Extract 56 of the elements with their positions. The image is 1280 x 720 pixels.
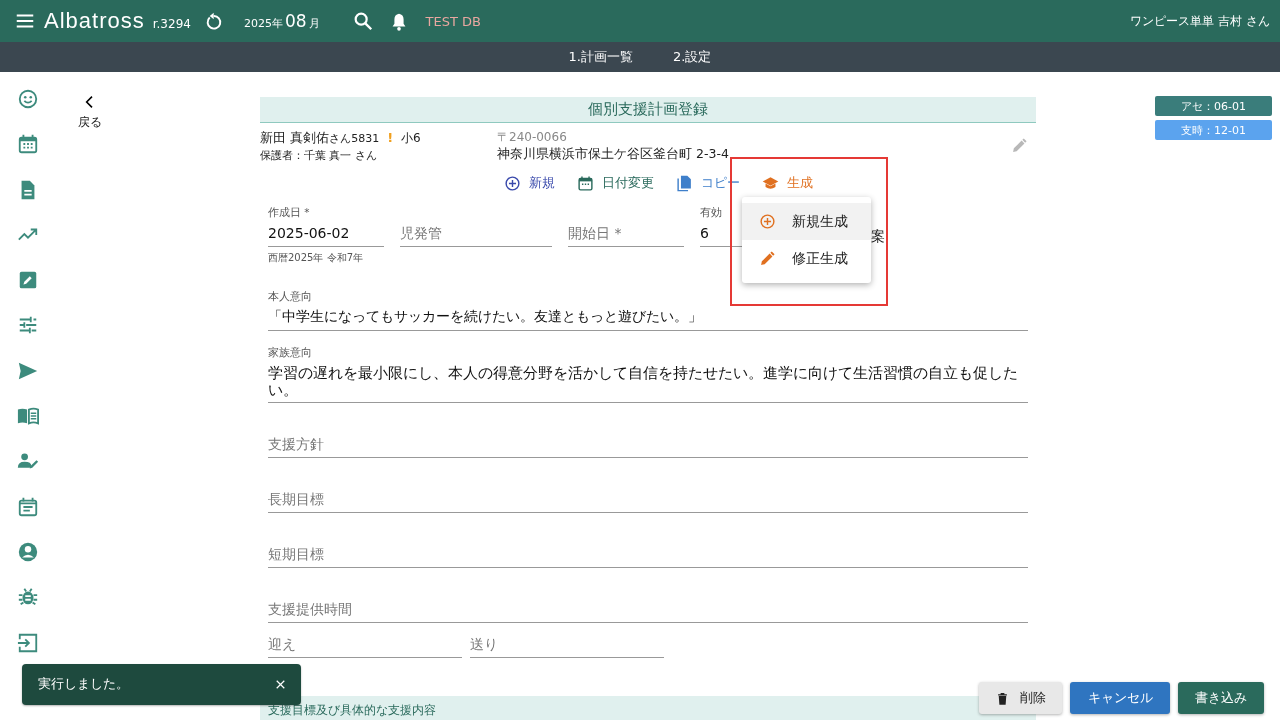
child-name: 新田 真剣佑さん5831 [260, 128, 380, 147]
version-label: r.3294 [152, 17, 191, 31]
delete-button[interactable]: 削除 [979, 682, 1062, 714]
text-field[interactable]: 児発管 [400, 218, 552, 247]
nav-tab[interactable]: 1.計画一覧 [568, 48, 633, 66]
nav-tab[interactable]: 2.設定 [673, 48, 712, 66]
login-icon[interactable] [17, 631, 39, 654]
status-badge: アセ：06-01 [1155, 96, 1272, 116]
calendar-icon[interactable] [17, 133, 39, 156]
text-field[interactable]: 支援方針 [268, 422, 1028, 458]
text-field[interactable]: 2025-06-02 [268, 218, 384, 247]
pencil-icon [759, 250, 776, 267]
graduation-cap-icon [761, 174, 779, 192]
text-field[interactable]: 長期目標 [268, 477, 1028, 513]
calendar-icon [576, 174, 594, 192]
text-field[interactable]: 開始日 * [568, 218, 684, 247]
form-title: 個別支援計画登録 [260, 97, 1036, 123]
status-badge: 支時：12-01 [1155, 120, 1272, 140]
toast-message: 実行しました。 [38, 676, 129, 693]
add-circle-icon [503, 174, 521, 192]
menu-item[interactable]: 修正生成 [742, 240, 871, 277]
add-circle-icon [759, 213, 776, 230]
note-calendar-icon[interactable] [17, 495, 39, 518]
account-icon[interactable] [17, 540, 39, 563]
field-label: 案 [871, 227, 885, 246]
text-field[interactable]: 迎え [268, 630, 462, 658]
menu-item[interactable]: 新規生成 [742, 203, 871, 240]
save-button[interactable]: 書き込み [1178, 682, 1264, 714]
app-logo: Albatross [44, 8, 145, 34]
back-button[interactable]: 戻る [78, 94, 102, 131]
field-label: 有効 [700, 205, 723, 219]
guardian-name: 保護者：千葉 真一 さん [260, 147, 378, 163]
copy-icon [675, 174, 693, 192]
action-button[interactable]: 新規 [501, 172, 557, 194]
postal-code: 〒240-0066 [497, 128, 568, 146]
field-label: 本人意向 [268, 290, 313, 303]
year-month-selector[interactable]: 2025年 08 月 [243, 11, 320, 31]
database-label: TEST DB [425, 13, 481, 29]
text-area[interactable]: 学習の遅れを最小限にし、本人の得意分野を活かして自信を持たせたい。進学に向けて生活習慣の自立も促したい。 [268, 359, 1028, 403]
text-field[interactable]: 「中学生になってもサッカーを続けたい。友達ともっと遊びたい。」 [268, 303, 1028, 331]
text-field[interactable]: 短期目標 [268, 532, 1028, 568]
refresh-icon[interactable] [204, 11, 224, 31]
field-label: 作成日 * [268, 205, 311, 219]
grade-label: 小6 [401, 129, 421, 147]
trash-icon [995, 690, 1010, 706]
cancel-button[interactable]: キャンセル [1070, 682, 1170, 714]
close-icon[interactable] [274, 678, 287, 691]
field-label: 家族意向 [268, 346, 313, 359]
action-button[interactable]: 日付変更 [574, 172, 656, 194]
smiley-icon[interactable] [17, 88, 39, 110]
user-name[interactable]: ワンピース単単 吉村 さん [1130, 12, 1270, 30]
warning-mark: ! [387, 129, 394, 145]
address: 神奈川県横浜市保土ケ谷区釜台町 2-3-4 [497, 145, 729, 163]
field-hint: 西暦2025年 令和7年 [268, 250, 364, 265]
text-field[interactable]: 支援提供時間 [268, 587, 1028, 623]
text-field[interactable]: 送り [470, 630, 664, 658]
